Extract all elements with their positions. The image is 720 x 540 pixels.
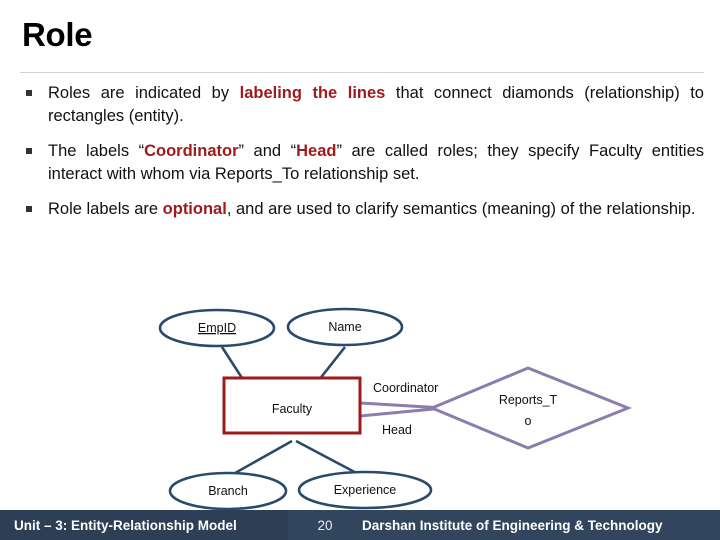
attribute-branch: Branch — [168, 471, 288, 511]
relationship-label-line1: Reports_T — [499, 393, 558, 407]
relationship-diamond — [428, 366, 633, 450]
bullet-text: Roles are indicated by — [48, 84, 240, 102]
bullet-list: Roles are indicated by labeling the line… — [20, 82, 704, 232]
bullet-text: The labels “ — [48, 141, 145, 160]
connector-branch — [227, 439, 293, 479]
role-label-head: Head — [382, 423, 412, 437]
bullet-emphasis: Coordinator — [144, 141, 239, 160]
slide-footer: Unit – 3: Entity-Relationship Model 20 D… — [0, 510, 720, 540]
attribute-name: Name — [286, 307, 404, 347]
attribute-label-empid: EmpID — [198, 321, 236, 335]
bullet-text: ” and “ — [238, 141, 297, 160]
attribute-empid: EmpID — [158, 308, 276, 348]
slide-canvas: Role Roles are indicated by labeling the… — [0, 0, 720, 540]
title-divider — [20, 72, 704, 73]
footer-page-number: 20 — [317, 517, 333, 533]
relationship-label-line2: o — [525, 414, 532, 428]
bullet-text: Role labels are — [48, 199, 163, 218]
bullet-labels-coordinator-head: The labels “Coordinator” and “Head” are … — [20, 140, 704, 187]
attribute-label-branch: Branch — [208, 484, 248, 498]
role-label-coordinator: Coordinator — [373, 381, 438, 395]
bullet-roles-indicated: Roles are indicated by labeling the line… — [20, 82, 704, 129]
bullet-emphasis: Head — [296, 141, 337, 160]
attribute-label-name: Name — [328, 320, 361, 334]
entity-label-faculty: Faculty — [272, 402, 313, 416]
footer-unit: Unit – 3: Entity-Relationship Model — [0, 510, 288, 540]
attribute-experience: Experience — [297, 470, 433, 510]
bullet-emphasis: optional — [162, 199, 227, 218]
bullet-role-labels-optional: Role labels are optional, and are used t… — [20, 198, 704, 221]
page-title: Role — [22, 16, 93, 53]
bullet-text: , and are used to clarify semantics (mea… — [226, 199, 696, 218]
entity-faculty: Faculty — [222, 376, 362, 435]
bullet-emphasis: labeling the lines — [239, 84, 386, 102]
relationship-reports-to: Reports_T o — [428, 366, 633, 450]
attribute-label-experience: Experience — [334, 483, 397, 497]
er-diagram: EmpID Name Branch Experience Faculty Rep… — [0, 296, 720, 512]
role-connectors — [359, 401, 445, 418]
footer-institute: Darshan Institute of Engineering & Techn… — [362, 517, 663, 533]
